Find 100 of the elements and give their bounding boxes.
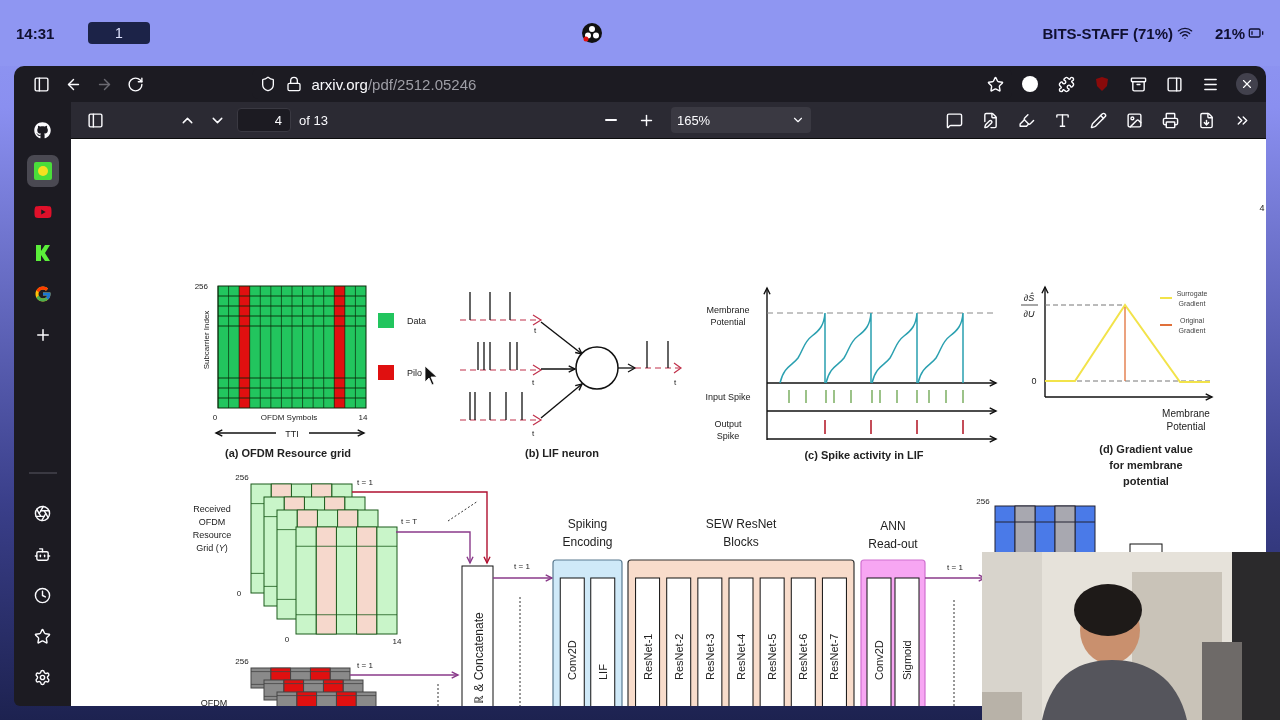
github-icon bbox=[34, 121, 51, 139]
fraction-numerator: ∂Ŝ bbox=[1023, 293, 1035, 303]
time-label: t = 1 bbox=[357, 661, 373, 670]
draw-icon bbox=[1089, 111, 1107, 129]
time-label: t = 1 bbox=[947, 563, 963, 572]
close-button[interactable] bbox=[1236, 73, 1258, 95]
grid-label: Received OFDM Resource Grid (Y) bbox=[191, 503, 233, 555]
sidebar-item[interactable] bbox=[26, 155, 59, 187]
time-label: t bbox=[531, 378, 535, 387]
time-label: t = 1 bbox=[514, 562, 530, 571]
layer-label: ResNet-7 bbox=[828, 633, 841, 680]
history-icon bbox=[34, 586, 51, 604]
settings-icon bbox=[34, 668, 51, 686]
axis-title: Subcarrier Index bbox=[202, 310, 211, 370]
comment-icon bbox=[945, 111, 963, 129]
zoom-select[interactable]: 165% bbox=[670, 107, 811, 133]
span-arrow bbox=[308, 429, 366, 437]
row-label: Membrane Potential bbox=[706, 305, 750, 327]
row-label: Output Spike bbox=[714, 419, 742, 441]
axis-label: 0 bbox=[236, 589, 242, 598]
axis-label: 0 bbox=[284, 635, 290, 644]
text-icon bbox=[1053, 111, 1071, 129]
arrow bbox=[540, 365, 577, 373]
figure-caption: (c) Spike activity in LIF bbox=[804, 449, 924, 461]
legend-label: Pilo bbox=[407, 368, 422, 378]
axis-label: 0 bbox=[1031, 376, 1037, 386]
time-label: t bbox=[673, 378, 677, 387]
highlight-icon bbox=[1017, 111, 1035, 129]
url-text: arxiv.org/pdf/2512.05246 bbox=[311, 75, 478, 93]
dotted-line bbox=[447, 500, 479, 522]
block-title: SEW ResNet Blocks bbox=[705, 517, 777, 549]
layer-label: Conv2D bbox=[873, 640, 885, 680]
arrow bbox=[540, 321, 584, 355]
figure-caption: (b) LIF neuron bbox=[525, 447, 599, 459]
axis-title: Membrane Potential bbox=[1162, 408, 1210, 432]
axis-title: OFDM Symbols bbox=[260, 413, 318, 422]
star-icon bbox=[34, 627, 51, 645]
cursor-icon bbox=[424, 365, 438, 386]
layer-label: Sigmoid bbox=[901, 640, 913, 680]
page-count: of 13 bbox=[299, 112, 328, 128]
axis-label: 256 bbox=[235, 657, 249, 666]
bookmark-star-icon[interactable] bbox=[986, 75, 1004, 93]
wifi-icon bbox=[1176, 25, 1193, 41]
block-label: ℝ & Concatenate bbox=[472, 612, 486, 704]
extensions-icon bbox=[1057, 75, 1075, 93]
neuron-circle bbox=[575, 346, 619, 390]
smiley-icon bbox=[33, 162, 52, 180]
archive-icon bbox=[1129, 75, 1147, 93]
close-icon bbox=[1240, 77, 1254, 91]
time-label: t = 1 bbox=[357, 478, 373, 487]
google-icon bbox=[33, 285, 52, 303]
battery-status: 21% bbox=[1214, 24, 1245, 42]
figure-caption: (d) Gradient value for membrane potential bbox=[1099, 443, 1193, 487]
letter-k-icon bbox=[34, 244, 51, 262]
row-label: Input Spike bbox=[705, 392, 751, 402]
shield-icon bbox=[1094, 76, 1110, 92]
axis-label: 256 bbox=[976, 497, 990, 506]
layer-label: ResNet-6 bbox=[797, 633, 810, 680]
arrow bbox=[540, 382, 584, 419]
layer-label: ResNet-2 bbox=[672, 633, 685, 680]
signature-icon bbox=[981, 111, 999, 129]
youtube-icon bbox=[33, 203, 52, 221]
spike-train-drawing bbox=[617, 340, 683, 374]
span-arrow bbox=[214, 429, 277, 437]
layer-label: ResNet-1 bbox=[641, 633, 654, 680]
block-title: ANN Read-out bbox=[868, 519, 918, 551]
time-label: t bbox=[531, 429, 535, 438]
flow-arrow bbox=[492, 574, 554, 582]
page-number-field[interactable]: 4 bbox=[237, 108, 291, 132]
layer-label: ResNet-3 bbox=[703, 633, 716, 680]
block-title: Spiking Encoding bbox=[562, 517, 613, 549]
axis-label: 256 bbox=[194, 282, 208, 291]
layer-label: Conv2D bbox=[566, 640, 579, 680]
sidebar-icon bbox=[1165, 75, 1183, 93]
bot-icon bbox=[34, 545, 51, 563]
figure-caption: (a) OFDM Resource grid bbox=[225, 447, 351, 459]
time-label: t = T bbox=[400, 517, 418, 526]
aperture-icon bbox=[34, 504, 51, 522]
network-status: BITS-STAFF (71%) bbox=[1042, 24, 1173, 42]
print-icon bbox=[1161, 111, 1179, 129]
recording-icon bbox=[582, 23, 603, 43]
workspace-button[interactable]: 1 bbox=[88, 22, 150, 44]
layer-label: ResNet-5 bbox=[766, 633, 779, 680]
battery-icon bbox=[1248, 25, 1264, 41]
axis-label: 0 bbox=[212, 413, 218, 422]
lock-icon bbox=[285, 76, 302, 92]
reload-icon bbox=[127, 75, 145, 93]
shield-icon bbox=[259, 76, 276, 92]
save-icon bbox=[1197, 111, 1215, 129]
dotted-line bbox=[437, 683, 439, 706]
axis-label: 14 bbox=[358, 413, 368, 422]
legend-label: Data bbox=[407, 316, 426, 326]
sidebar-toggle-icon bbox=[33, 75, 51, 93]
axis-label: 14 bbox=[392, 637, 402, 646]
grid-label: OFDM bbox=[200, 698, 228, 706]
fraction-denominator: ∂U bbox=[1023, 309, 1035, 319]
layer-label: ResNet-4 bbox=[735, 633, 747, 680]
axis-label: 256 bbox=[235, 473, 249, 482]
layer-label: LIF bbox=[596, 664, 609, 680]
span-label: TTI bbox=[285, 429, 299, 439]
